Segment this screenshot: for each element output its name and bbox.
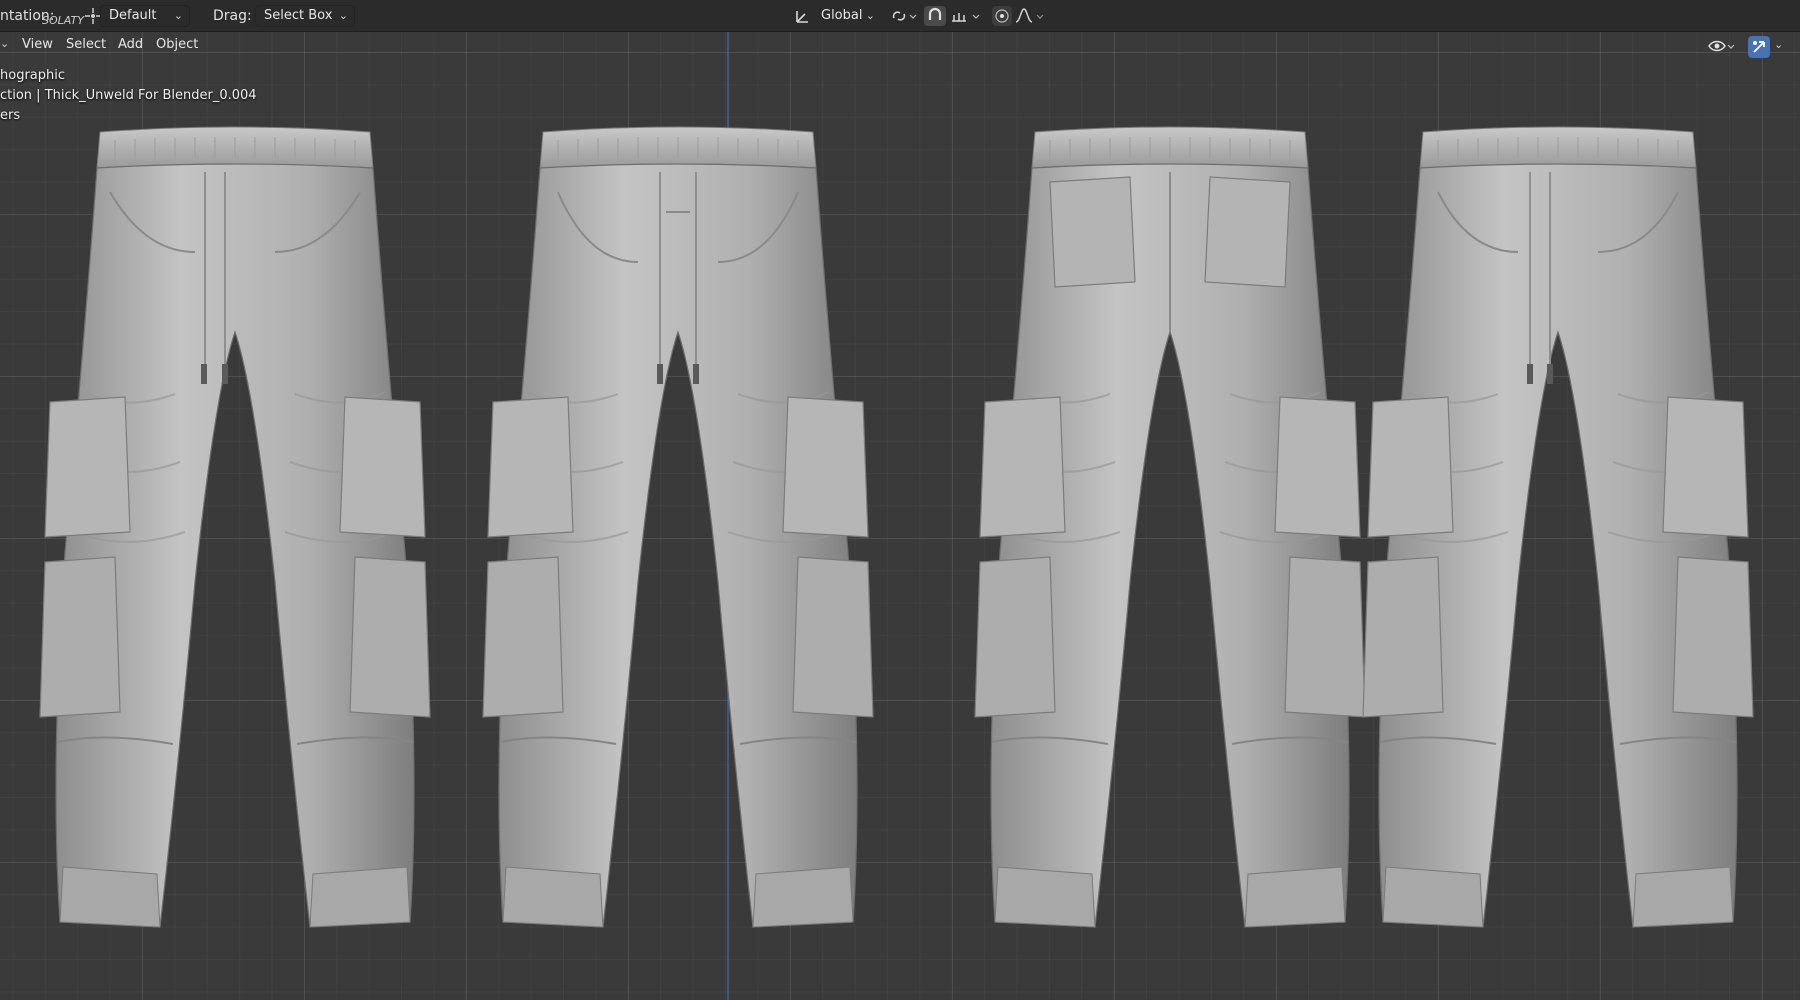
cargo-pants-back-view (974, 126, 1366, 928)
transform-orientation-value: Global (821, 8, 863, 23)
cargo-pants-front-left-view (39, 126, 431, 928)
chevron-down-icon: ⌄ (338, 9, 348, 22)
pivot-dropdown-value: Default (109, 8, 157, 23)
transform-orientation-icon[interactable] (794, 7, 812, 25)
3d-viewport[interactable]: ⌄ View Select Add Object ⌄ hographic cti… (0, 32, 1800, 1000)
blender-window: ntation: SOLATY Default ⌄ Drag: Select B… (0, 0, 1800, 1000)
chevron-down-icon: ⌄ (173, 9, 183, 22)
transform-orientation-dropdown[interactable]: Global ⌄ (812, 5, 882, 27)
drag-select-value: Select Box (264, 8, 333, 23)
pivot-dropdown[interactable]: Default ⌄ (100, 5, 190, 27)
snap-magnet-icon[interactable] (924, 6, 946, 26)
cargo-pants-front-view (482, 126, 874, 928)
drag-select-dropdown[interactable]: Select Box ⌄ (255, 5, 355, 27)
falloff-curve-icon[interactable] (1014, 7, 1048, 25)
tool-header: ntation: SOLATY Default ⌄ Drag: Select B… (0, 0, 1800, 32)
scene-meshes (39, 126, 1754, 928)
proportional-edit-icon[interactable] (992, 6, 1012, 26)
chevron-down-icon: ⌄ (865, 9, 875, 22)
cargo-pants-back-right-view (1362, 126, 1754, 928)
drag-label: Drag: (213, 8, 252, 24)
snap-increment-icon[interactable] (950, 7, 984, 25)
pivot-icon[interactable] (890, 7, 918, 25)
